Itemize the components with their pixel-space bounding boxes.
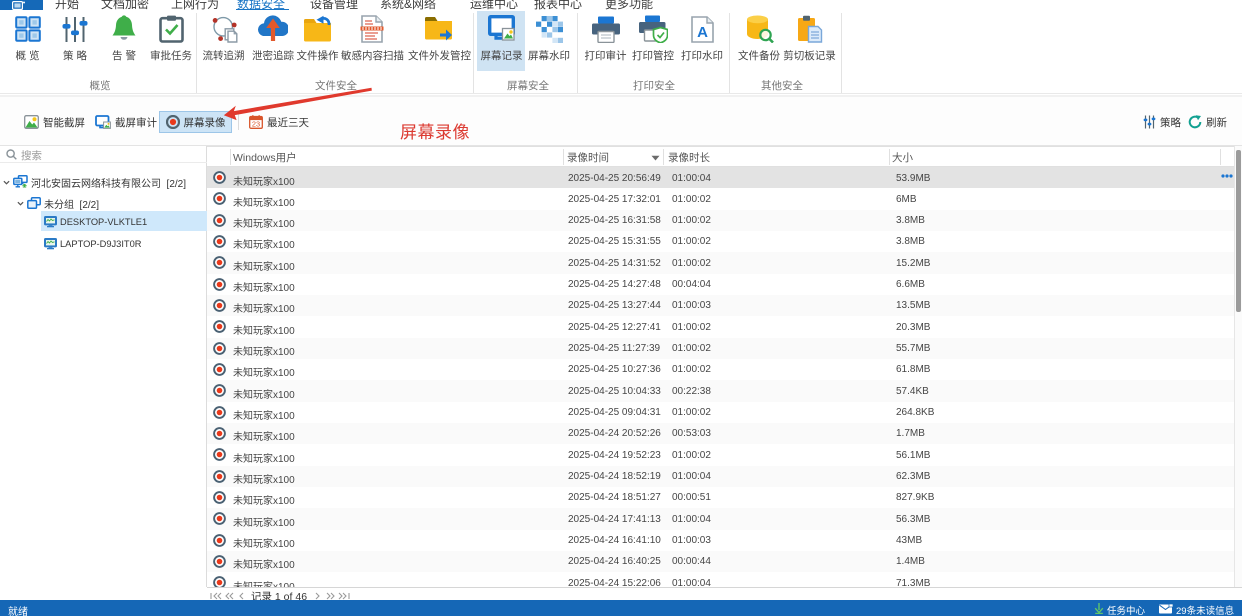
svg-text:A: A [697,24,708,41]
svg-text:23: 23 [252,120,260,129]
